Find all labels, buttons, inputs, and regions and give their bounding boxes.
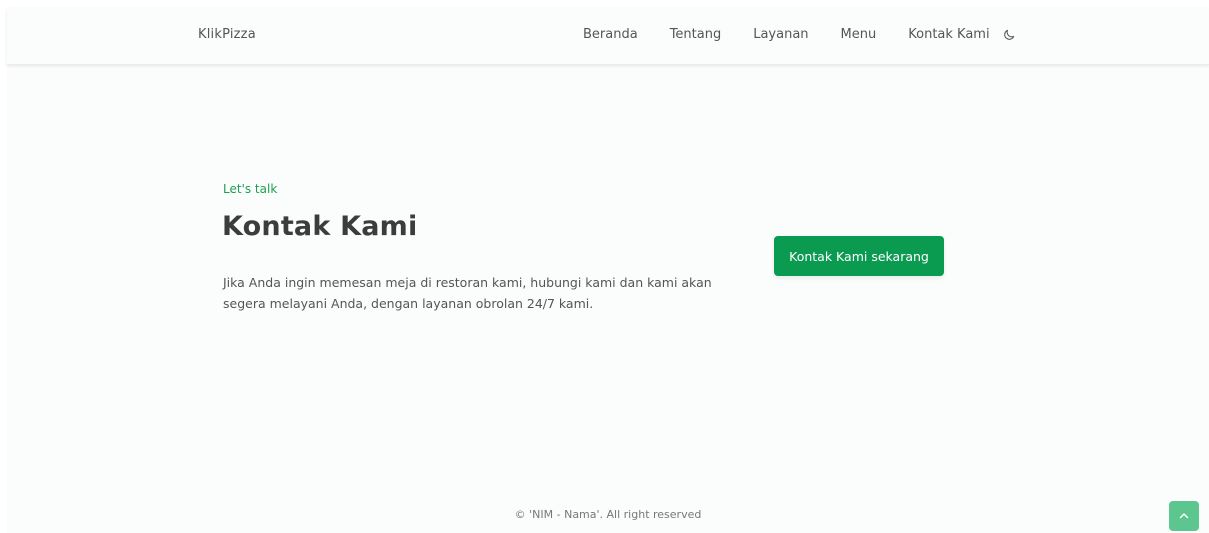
- footer: © 'NIM - Nama'. All right reserved: [7, 508, 1209, 521]
- page: KlikPizza Beranda Tentang Layanan Menu K…: [7, 8, 1209, 533]
- section-title: Kontak Kami: [222, 211, 418, 242]
- chevron-up-icon: [1178, 510, 1190, 522]
- brand-logo[interactable]: KlikPizza: [198, 27, 256, 42]
- main-nav: Beranda Tentang Layanan Menu Kontak Kami: [583, 27, 1016, 42]
- moon-icon[interactable]: [1002, 28, 1016, 42]
- section-description: Jika Anda ingin memesan meja di restoran…: [223, 275, 712, 311]
- contact-now-button[interactable]: Kontak Kami sekarang: [774, 236, 944, 276]
- copyright-text: © 'NIM - Nama'. All right reserved: [514, 508, 702, 521]
- nav-kontak-kami[interactable]: Kontak Kami: [908, 27, 989, 42]
- nav-menu[interactable]: Menu: [841, 27, 877, 42]
- back-to-top-button[interactable]: [1169, 501, 1199, 531]
- navbar: KlikPizza Beranda Tentang Layanan Menu K…: [7, 8, 1209, 65]
- nav-beranda[interactable]: Beranda: [583, 27, 638, 42]
- section-tagline: Let's talk: [223, 182, 278, 196]
- nav-tentang[interactable]: Tentang: [670, 27, 722, 42]
- nav-layanan[interactable]: Layanan: [753, 27, 808, 42]
